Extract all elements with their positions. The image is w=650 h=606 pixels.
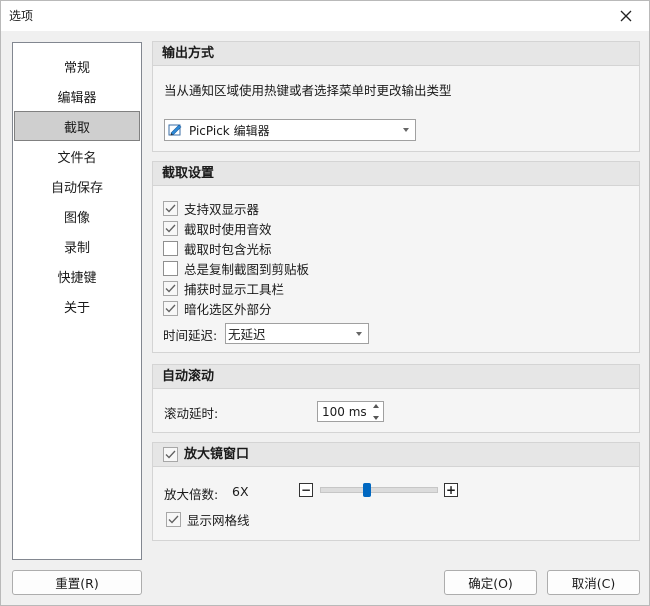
autoscroll-panel: 自动滚动 滚动延时: 100 ms xyxy=(152,364,640,433)
delay-select[interactable]: 无延迟 xyxy=(225,323,369,344)
reset-button-label: 重置(R) xyxy=(55,576,99,591)
window-title: 选项 xyxy=(9,9,34,23)
option-label: 显示网格线 xyxy=(187,512,250,528)
option-capture-sound[interactable]: 截取时使用音效 xyxy=(163,219,272,237)
option-dim-outside[interactable]: 暗化选区外部分 xyxy=(163,299,272,317)
option-show-toolbar[interactable]: 捕获时显示工具栏 xyxy=(163,279,284,297)
checkbox[interactable] xyxy=(163,240,178,256)
output-type-select[interactable]: PicPick 编辑器 xyxy=(164,119,416,141)
option-label: 总是复制截图到剪贴板 xyxy=(184,261,310,277)
sidebar-item-label: 截取 xyxy=(63,120,90,136)
option-label: 暗化选区外部分 xyxy=(184,301,272,317)
zoom-value: 6X xyxy=(232,484,249,499)
option-copy-clipboard[interactable]: 总是复制截图到剪贴板 xyxy=(163,259,309,277)
scroll-delay-stepper[interactable]: 100 ms xyxy=(317,401,384,422)
autoscroll-header: 自动滚动 xyxy=(153,365,639,389)
magnifier-panel: 放大镜窗口 放大倍数: 6X − + 显示网格线 xyxy=(152,442,640,541)
dialog-body: 常规 编辑器 截取 文件名 自动保存 图像 录制 快捷键 关于 输出方式 当从通… xyxy=(1,31,649,605)
sidebar-item-autosave[interactable]: 自动保存 xyxy=(14,171,140,201)
option-label: 捕获时显示工具栏 xyxy=(184,281,285,297)
scroll-delay-value: 100 ms xyxy=(322,404,367,419)
checkbox[interactable] xyxy=(163,200,178,216)
cancel-button-label: 取消(C) xyxy=(571,576,616,591)
magnifier-header[interactable]: 放大镜窗口 xyxy=(153,443,639,467)
sidebar-item-label: 录制 xyxy=(63,240,90,256)
category-list: 常规 编辑器 截取 文件名 自动保存 图像 录制 快捷键 关于 xyxy=(12,42,142,560)
zoom-out-button[interactable]: − xyxy=(299,483,313,497)
title-bar: 选项 xyxy=(1,1,649,31)
sidebar-item-label: 快捷键 xyxy=(57,270,97,286)
zoom-label: 放大倍数: xyxy=(164,487,219,502)
output-panel: 输出方式 当从通知区域使用热键或者选择菜单时更改输出类型 PicPick 编辑器 xyxy=(152,41,640,152)
ok-button-label: 确定(O) xyxy=(468,576,513,591)
delay-value: 无延迟 xyxy=(228,327,266,342)
sidebar-item-filename[interactable]: 文件名 xyxy=(14,141,140,171)
sidebar-item-label: 常规 xyxy=(63,60,90,76)
close-button[interactable] xyxy=(603,1,649,31)
sidebar-item-label: 编辑器 xyxy=(57,90,97,106)
sidebar-item-label: 图像 xyxy=(63,210,90,226)
magnifier-enable-checkbox[interactable] xyxy=(163,447,178,462)
option-show-grid[interactable]: 显示网格线 xyxy=(166,510,250,528)
check-icon xyxy=(165,450,176,459)
sidebar-item-label: 关于 xyxy=(63,300,90,316)
output-description: 当从通知区域使用热键或者选择菜单时更改输出类型 xyxy=(164,83,452,98)
picpick-editor-icon xyxy=(168,124,182,136)
capture-settings-header: 截取设置 xyxy=(153,162,639,186)
options-dialog: 选项 常规 编辑器 截取 文件名 自动保存 图像 录制 快捷键 关于 输出方式 … xyxy=(0,0,650,606)
output-type-value: PicPick 编辑器 xyxy=(189,123,270,138)
sidebar-item-capture[interactable]: 截取 xyxy=(14,111,140,141)
reset-button[interactable]: 重置(R) xyxy=(12,570,142,595)
sidebar-item-label: 文件名 xyxy=(57,150,97,166)
sidebar-item-label: 自动保存 xyxy=(50,180,103,196)
check-icon xyxy=(168,515,179,523)
check-icon xyxy=(165,204,176,212)
plus-icon: + xyxy=(445,483,457,497)
checkbox[interactable] xyxy=(163,300,178,316)
sidebar-item-hotkeys[interactable]: 快捷键 xyxy=(14,261,140,291)
sidebar-item-image[interactable]: 图像 xyxy=(14,201,140,231)
capture-settings-panel: 截取设置 支持双显示器 截取时使用音效 截取时包含光标 总是复制截图到剪贴板 捕… xyxy=(152,161,640,353)
stepper-up-icon[interactable] xyxy=(373,404,379,408)
minus-icon: − xyxy=(300,483,312,497)
option-dual-monitor[interactable]: 支持双显示器 xyxy=(163,199,259,217)
zoom-slider[interactable] xyxy=(320,487,438,493)
sidebar-item-editor[interactable]: 编辑器 xyxy=(14,81,140,111)
checkbox[interactable] xyxy=(163,280,178,296)
option-label: 截取时使用音效 xyxy=(184,221,272,237)
sidebar-item-about[interactable]: 关于 xyxy=(14,291,140,321)
close-icon xyxy=(620,10,632,22)
output-header: 输出方式 xyxy=(153,42,639,66)
checkbox[interactable] xyxy=(163,220,178,236)
chevron-down-icon xyxy=(403,128,409,132)
option-include-cursor[interactable]: 截取时包含光标 xyxy=(163,239,272,257)
zoom-slider-thumb[interactable] xyxy=(363,483,372,497)
checkbox[interactable] xyxy=(166,511,181,527)
scroll-delay-label: 滚动延时: xyxy=(164,406,219,421)
check-icon xyxy=(165,284,176,292)
checkbox[interactable] xyxy=(163,260,178,276)
option-label: 支持双显示器 xyxy=(184,201,260,217)
zoom-in-button[interactable]: + xyxy=(444,483,458,497)
delay-label: 时间延迟: xyxy=(163,328,218,343)
cancel-button[interactable]: 取消(C) xyxy=(547,570,640,595)
check-icon xyxy=(165,224,176,232)
ok-button[interactable]: 确定(O) xyxy=(444,570,537,595)
sidebar-item-record[interactable]: 录制 xyxy=(14,231,140,261)
stepper-buttons[interactable] xyxy=(371,404,381,420)
chevron-down-icon xyxy=(356,331,362,336)
check-icon xyxy=(165,304,176,312)
sidebar-item-general[interactable]: 常规 xyxy=(14,51,140,81)
stepper-down-icon[interactable] xyxy=(373,416,379,420)
option-label: 截取时包含光标 xyxy=(184,241,272,257)
magnifier-title: 放大镜窗口 xyxy=(184,447,250,462)
